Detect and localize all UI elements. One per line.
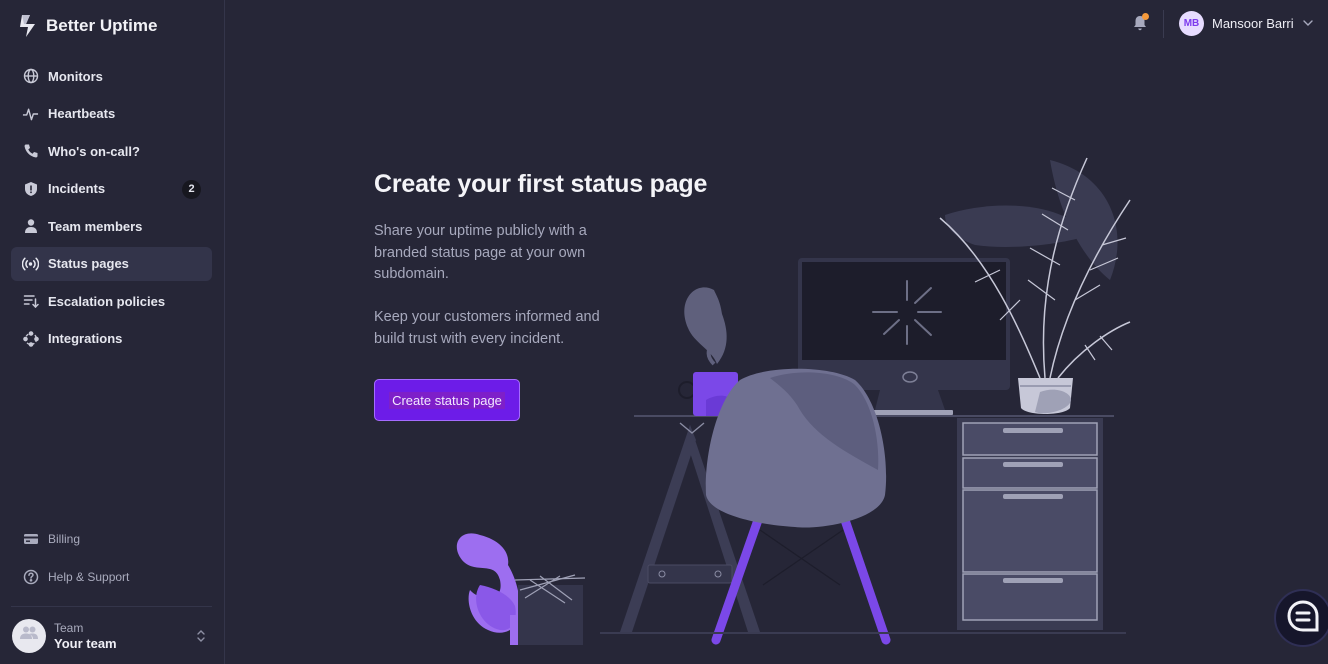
bolt-icon xyxy=(20,15,38,37)
incidents-count-badge: 2 xyxy=(182,179,201,199)
users-icon xyxy=(19,625,39,646)
workspace-illustration xyxy=(440,150,1140,655)
sidebar-bottom-nav: Billing Help & Support xyxy=(11,522,212,597)
sidebar-item-label: Billing xyxy=(48,532,81,546)
team-label: Team xyxy=(54,620,84,635)
brand-logo[interactable]: Better Uptime xyxy=(20,14,157,38)
sidebar-item-label: Escalation policies xyxy=(48,293,166,309)
question-icon xyxy=(22,568,39,585)
user-icon xyxy=(22,218,39,235)
sidebar-item-label: Who's on-call? xyxy=(48,143,140,159)
sidebar-item-label: Status pages xyxy=(48,256,129,271)
sidebar-item-help-support[interactable]: Help & Support xyxy=(11,560,212,594)
sidebar-item-label: Integrations xyxy=(48,331,123,346)
sidebar-item-label: Team members xyxy=(48,218,143,234)
header-divider xyxy=(1163,10,1164,38)
pulse-icon xyxy=(22,105,39,122)
notification-dot xyxy=(1142,13,1149,20)
sidebar-item-integrations[interactable]: Integrations xyxy=(11,322,212,356)
sidebar-item-label: Incidents xyxy=(48,181,106,196)
sidebar-item-heartbeats[interactable]: Heartbeats xyxy=(11,97,212,131)
chevron-down-icon xyxy=(1302,15,1314,33)
credit-card-icon xyxy=(22,531,39,548)
sidebar-item-label: Help & Support xyxy=(48,569,130,584)
user-avatar: MB xyxy=(1179,11,1204,36)
sidebar-item-label: Heartbeats xyxy=(48,106,116,121)
sidebar-item-team-members[interactable]: Team members xyxy=(11,209,212,243)
sidebar-item-status-pages[interactable]: Status pages xyxy=(11,246,212,281)
team-avatar xyxy=(12,618,46,653)
sidebar-item-label: Monitors xyxy=(48,68,103,84)
team-name: Your team xyxy=(54,635,117,651)
user-name: Mansoor Barri xyxy=(1212,16,1294,31)
sidebar-item-escalation-policies[interactable]: Escalation policies xyxy=(11,284,212,318)
globe-icon xyxy=(22,68,39,85)
shield-icon xyxy=(22,180,39,197)
sidebar-item-on-call[interactable]: Who's on-call? xyxy=(11,134,212,168)
chat-icon xyxy=(1286,599,1320,638)
integrations-icon xyxy=(22,330,39,347)
user-menu[interactable]: MB Mansoor Barri xyxy=(1179,11,1314,36)
phone-icon xyxy=(22,143,39,160)
brand-name: Better Uptime xyxy=(46,16,158,35)
team-switcher[interactable]: Team Your team xyxy=(11,606,212,664)
sidebar-item-billing[interactable]: Billing xyxy=(11,522,212,556)
list-arrow-icon xyxy=(22,293,39,310)
sidebar-nav: Monitors Heartbeats Who's on-call? Incid… xyxy=(11,59,212,359)
sidebar: Better Uptime Monitors Heartbeats Who's … xyxy=(0,0,225,664)
sidebar-item-incidents[interactable]: Incidents 2 xyxy=(11,172,212,206)
chevron-up-down-icon xyxy=(196,628,206,649)
chat-widget-button[interactable] xyxy=(1274,589,1328,647)
sidebar-item-monitors[interactable]: Monitors xyxy=(11,59,212,93)
broadcast-icon xyxy=(22,255,39,272)
